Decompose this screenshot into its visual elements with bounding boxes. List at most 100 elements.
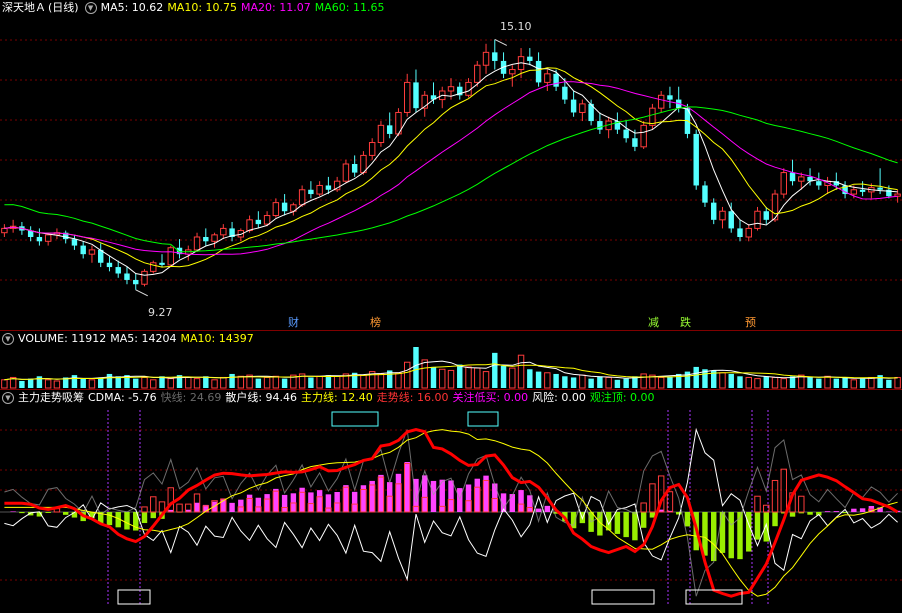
volume-bar (517, 354, 525, 389)
volume-bar (377, 373, 385, 389)
volume-bar (237, 375, 245, 389)
volume-bar (150, 379, 157, 389)
volume-bar (71, 375, 78, 388)
volume-bar (667, 376, 673, 388)
volume-bar (816, 378, 822, 388)
volume-bar (53, 380, 61, 389)
volume-bar (570, 377, 577, 388)
event-marker-drop[interactable]: 跌 (680, 314, 691, 330)
candle-body (763, 211, 769, 220)
candle-body (597, 121, 603, 130)
volume-bar (474, 367, 481, 389)
candle-body (325, 185, 332, 190)
histogram-bar (316, 490, 323, 512)
histogram-bar (194, 502, 200, 512)
volume-bar (614, 379, 621, 388)
event-marker-finance[interactable]: 财 (288, 314, 299, 330)
volume-chart[interactable] (0, 331, 902, 389)
volume-bar (745, 376, 752, 389)
volume-bar (316, 375, 323, 389)
candle-body (850, 189, 858, 195)
histogram-bar (404, 462, 410, 512)
candle-body (167, 247, 174, 266)
volume-bar (579, 374, 586, 389)
histogram-bar (299, 487, 305, 512)
histogram-bar (807, 512, 813, 515)
histogram-bar (772, 512, 778, 527)
histogram-bar (334, 492, 340, 512)
candle-body (465, 81, 472, 96)
histogram-bar (10, 511, 16, 512)
volume-bar (657, 376, 665, 389)
candle-body (106, 262, 113, 268)
candle-body (527, 56, 533, 61)
candle-body (745, 227, 752, 238)
histogram-bar (632, 512, 638, 541)
candle-body (780, 172, 787, 195)
volume-bar (807, 377, 813, 388)
candle-body (80, 245, 86, 255)
candle-body (263, 215, 271, 225)
candle-body (447, 86, 455, 92)
histogram-bar (851, 508, 857, 512)
candle-body (203, 237, 209, 242)
candle-body (88, 249, 96, 255)
histogram-bar (238, 499, 244, 512)
event-marker-reduce[interactable]: 减 (648, 314, 659, 330)
candle-body (133, 279, 139, 285)
volume-bar (886, 379, 892, 388)
histogram-bar (351, 491, 358, 512)
signal-bar (754, 495, 761, 513)
volume-bar (597, 376, 603, 388)
histogram-bar (728, 512, 734, 559)
candle-body (1, 227, 8, 234)
volume-bar (693, 366, 699, 388)
candle-body (124, 273, 130, 280)
histogram-bar (45, 512, 51, 513)
indicator-chart[interactable] (0, 390, 902, 613)
volume-bar (640, 373, 647, 389)
candle-body (570, 99, 577, 113)
event-marker-forecast[interactable]: 预 (745, 314, 756, 330)
candle-body (413, 82, 419, 109)
volume-bar (281, 378, 288, 388)
volume-bar (728, 373, 734, 388)
volume-bar (263, 376, 271, 389)
histogram-bar (684, 512, 691, 527)
bottom-signal-box (117, 589, 151, 605)
candle-body (308, 189, 314, 195)
volume-bar (308, 377, 314, 388)
indicator-panel[interactable]: ▼ 主力走势吸筹 CDMA: -5.76 快线: 24.69 散户线: 94.46 主力线… (0, 390, 902, 613)
volume-bar (833, 378, 840, 388)
candle-body (553, 73, 559, 87)
volume-bar (395, 372, 402, 389)
event-marker-ranking[interactable]: 榜 (370, 314, 381, 330)
candle-body (579, 103, 586, 113)
candle-body (693, 133, 699, 186)
volume-bar (763, 376, 769, 388)
volume-bar (80, 378, 86, 388)
candle-body (316, 184, 323, 195)
candlestick-chart[interactable] (0, 0, 902, 330)
candle-body (789, 172, 796, 182)
volume-bar (421, 359, 428, 389)
signal-bar (649, 483, 656, 513)
candle-body (193, 236, 201, 251)
volume-bar (141, 376, 148, 389)
candle-body (816, 181, 822, 186)
price-panel[interactable]: 深天地Ａ (日线) ▼ MA5: 10.62 MA10: 10.75 MA20: 11.0… (0, 0, 902, 330)
volume-bar (27, 378, 34, 388)
volume-bar (44, 379, 52, 389)
low-pointer (135, 289, 148, 297)
histogram-bar (395, 473, 402, 512)
candle-body (377, 124, 385, 144)
volume-panel[interactable]: ▼ VOLUME: 11912 MA5: 14204 MA10: 14397 (0, 331, 902, 389)
volume-bar (36, 376, 43, 388)
volume-bar (447, 369, 455, 389)
bottom-signal-box (591, 589, 655, 605)
histogram-bar (281, 494, 288, 512)
volume-bar (167, 378, 174, 389)
histogram-bar (675, 512, 682, 515)
volume-bar (255, 378, 262, 388)
histogram-bar (824, 511, 831, 512)
